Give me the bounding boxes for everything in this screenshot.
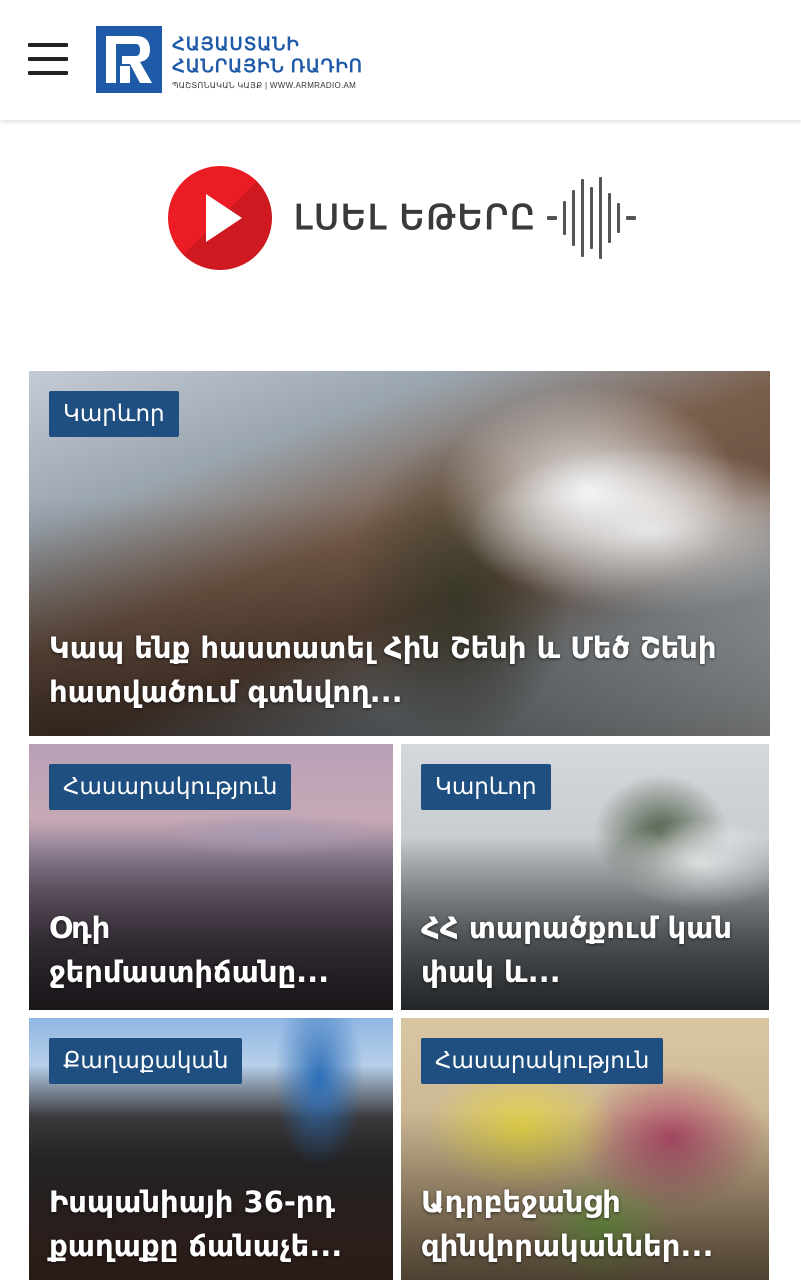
news-card[interactable]: Հասարակություն Օդի ջերմաստիճանը... [29, 744, 393, 1010]
radio-logo-mark [96, 26, 162, 93]
audio-wave-icon [546, 173, 642, 263]
news-card-featured[interactable]: Կարևոր Կապ ենք հաստատել Հին Շենի և Մեծ Շ… [29, 371, 770, 736]
category-badge[interactable]: Կարևոր [49, 391, 179, 437]
article-title[interactable]: Իսպանիայի 36-րդ քաղաքը ճանաչե... [49, 1180, 373, 1268]
logo-title-line1: ՀԱՅԱՍՏԱՆԻ [172, 34, 300, 54]
listen-live-button[interactable]: ԼՍԵԼ ԵԹԵՐԸ [168, 164, 663, 272]
listen-live-label: ԼՍԵԼ ԵԹԵՐԸ [294, 199, 537, 237]
category-badge[interactable]: Հասարակություն [421, 1038, 664, 1084]
article-title[interactable]: Կապ ենք հաստատել Հին Շենի և Մեծ Շենի հատ… [49, 626, 750, 714]
news-card[interactable]: Հասարակություն Ադրբեջանցի զինվորականներ.… [401, 1018, 769, 1280]
category-badge[interactable]: Քաղաքական [49, 1038, 243, 1084]
news-card[interactable]: Քաղաքական Իսպանիայի 36-րդ քաղաքը ճանաչե.… [29, 1018, 393, 1280]
logo-subline: ՊԱՇՏՈՆԱԿԱՆ ԿԱՅՔ | WWW.ARMRADIO.AM [172, 81, 357, 90]
play-icon[interactable] [168, 166, 272, 270]
article-title[interactable]: ՀՀ տարածքում կան փակ և... [421, 906, 749, 994]
category-badge[interactable]: Կարևոր [421, 764, 551, 810]
hamburger-menu-icon[interactable] [28, 43, 70, 77]
logo-title-line2: ՀԱՆՐԱՅԻՆ ՌԱԴԻՈ [172, 56, 363, 76]
category-badge[interactable]: Հասարակություն [49, 764, 292, 810]
site-logo[interactable]: ՀԱՅԱՍՏԱՆԻ ՀԱՆՐԱՅԻՆ ՌԱԴԻՈ ՊԱՇՏՈՆԱԿԱՆ ԿԱՅՔ… [96, 26, 363, 94]
article-title[interactable]: Օդի ջերմաստիճանը... [49, 906, 373, 994]
article-title[interactable]: Ադրբեջանցի զինվորականներ... [421, 1180, 749, 1268]
news-card[interactable]: Կարևոր ՀՀ տարածքում կան փակ և... [401, 744, 769, 1010]
site-header: ՀԱՅԱՍՏԱՆԻ ՀԱՆՐԱՅԻՆ ՌԱԴԻՈ ՊԱՇՏՈՆԱԿԱՆ ԿԱՅՔ… [0, 0, 801, 120]
logo-text: ՀԱՅԱՍՏԱՆԻ ՀԱՆՐԱՅԻՆ ՌԱԴԻՈ ՊԱՇՏՈՆԱԿԱՆ ԿԱՅՔ… [172, 26, 363, 90]
